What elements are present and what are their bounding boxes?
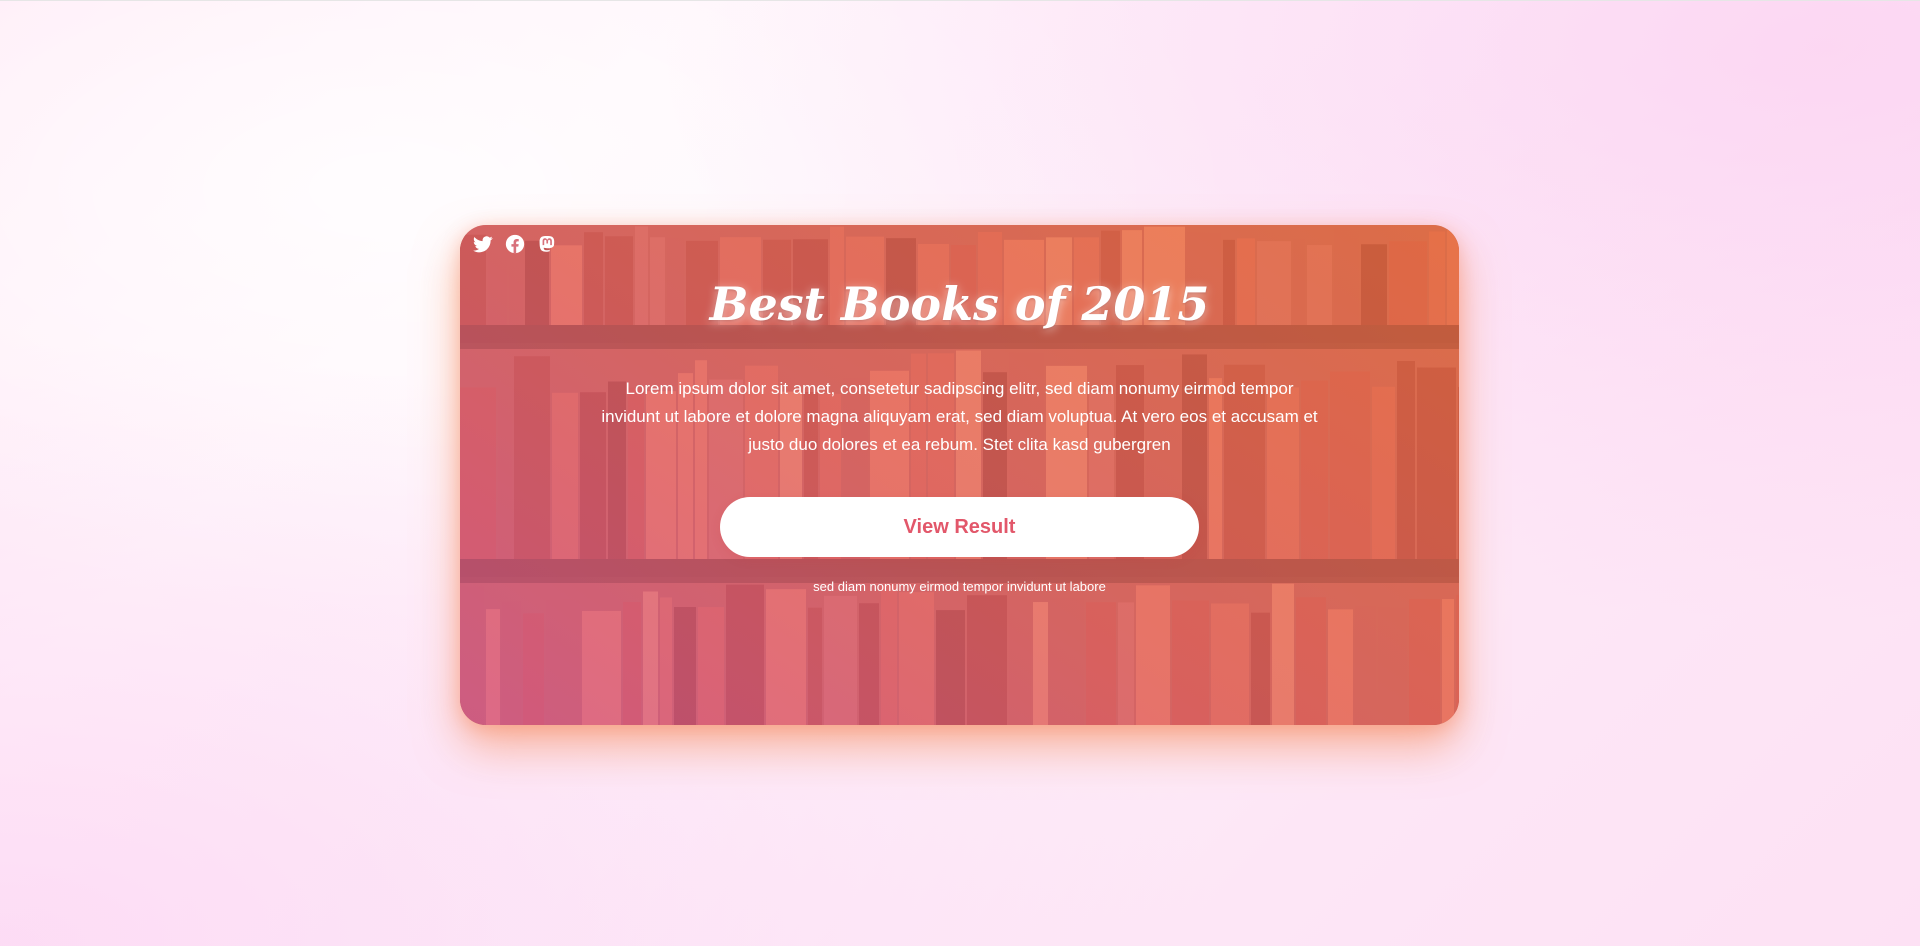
card-footnote: sed diam nonumy eirmod tempor invidunt u… [813,579,1106,594]
facebook-icon[interactable] [504,233,526,255]
social-links [472,233,558,255]
mastodon-icon[interactable] [536,233,558,255]
view-result-button[interactable]: View Result [720,497,1199,557]
top-divider [0,0,1920,1]
book-card: Best Books of 2015 Lorem ipsum dolor sit… [460,225,1459,725]
card-title: Best Books of 2015 [709,277,1210,331]
card-description: Lorem ipsum dolor sit amet, consetetur s… [601,379,1318,454]
twitter-icon[interactable] [472,233,494,255]
